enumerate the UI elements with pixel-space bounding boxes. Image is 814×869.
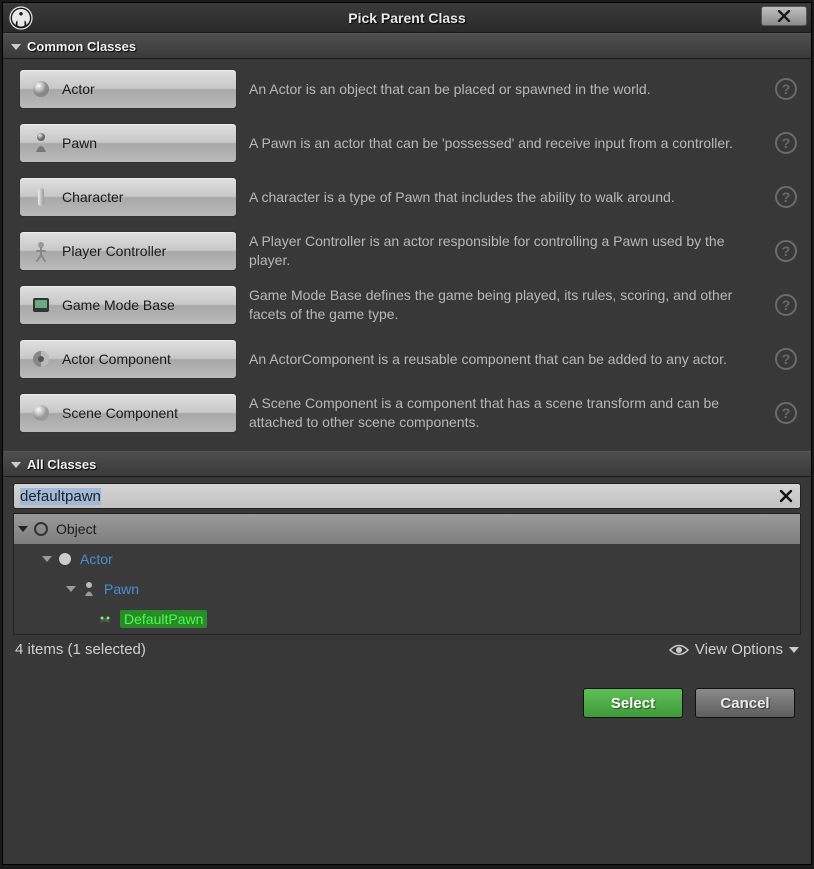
help-icon[interactable]: ?	[775, 402, 797, 424]
caret-down-icon	[18, 526, 28, 532]
view-options-menu[interactable]: View Options	[669, 641, 799, 658]
class-description: A Scene Component is a component that ha…	[249, 394, 763, 432]
class-row-pawn: Pawn A Pawn is an actor that can be 'pos…	[19, 123, 801, 163]
tree-item-pawn[interactable]: Pawn	[14, 574, 800, 604]
class-row-character: Character A character is a type of Pawn …	[19, 177, 801, 217]
tree-item-actor[interactable]: Actor	[14, 544, 800, 574]
class-button-scene-component[interactable]: Scene Component	[19, 393, 237, 433]
class-row-game-mode-base: Game Mode Base Game Mode Base defines th…	[19, 285, 801, 325]
caret-down-icon	[42, 556, 52, 562]
class-button-game-mode-base[interactable]: Game Mode Base	[19, 285, 237, 325]
class-button-player-controller[interactable]: Player Controller	[19, 231, 237, 271]
clear-search-button[interactable]	[775, 485, 797, 507]
tree-item-label: Object	[56, 521, 96, 537]
class-button-actor-component[interactable]: Actor Component	[19, 339, 237, 379]
dropdown-caret-icon	[789, 647, 799, 653]
class-description: A Player Controller is an actor responsi…	[249, 232, 763, 270]
titlebar: Pick Parent Class	[3, 3, 811, 33]
class-row-player-controller: Player Controller A Player Controller is…	[19, 231, 801, 271]
class-button-label: Pawn	[62, 135, 97, 151]
pawn-icon	[30, 132, 52, 154]
tree-item-object[interactable]: Object	[14, 514, 800, 544]
class-button-label: Actor	[62, 81, 95, 97]
pick-parent-class-dialog: Pick Parent Class Common Classes Actor A…	[2, 2, 812, 865]
help-icon[interactable]: ?	[775, 132, 797, 154]
class-description: A Pawn is an actor that can be 'possesse…	[249, 134, 763, 153]
help-icon[interactable]: ?	[775, 348, 797, 370]
class-description: An Actor is an object that can be placed…	[249, 80, 763, 99]
unreal-logo-icon	[7, 4, 35, 32]
help-icon[interactable]: ?	[775, 186, 797, 208]
tree-item-label: DefaultPawn	[120, 610, 207, 628]
class-button-label: Character	[62, 189, 123, 205]
tree-status-text: 4 items (1 selected)	[15, 641, 146, 658]
select-button[interactable]: Select	[583, 688, 683, 718]
view-options-label: View Options	[695, 641, 783, 658]
class-button-actor[interactable]: Actor	[19, 69, 237, 109]
common-classes-panel: Actor An Actor is an object that can be …	[3, 59, 811, 451]
actor-icon	[30, 78, 52, 100]
class-button-label: Scene Component	[62, 405, 178, 421]
class-tree: Object Actor Pawn DefaultPawn	[13, 513, 801, 635]
game-mode-icon	[30, 294, 52, 316]
all-classes-panel: Object Actor Pawn DefaultPawn	[3, 477, 811, 666]
class-button-label: Player Controller	[62, 243, 166, 259]
class-button-pawn[interactable]: Pawn	[19, 123, 237, 163]
section-header-all-classes[interactable]: All Classes	[3, 451, 811, 477]
dialog-footer: Select Cancel	[3, 666, 811, 864]
help-icon[interactable]: ?	[775, 78, 797, 100]
search-wrap	[13, 483, 801, 509]
class-description: An ActorComponent is a reusable componen…	[249, 350, 763, 369]
player-controller-icon	[30, 240, 52, 262]
caret-down-icon	[11, 462, 21, 468]
window-title: Pick Parent Class	[3, 10, 811, 26]
help-icon[interactable]: ?	[775, 294, 797, 316]
class-row-actor: Actor An Actor is an object that can be …	[19, 69, 801, 109]
close-icon	[777, 10, 791, 22]
class-description: A character is a type of Pawn that inclu…	[249, 188, 763, 207]
cancel-button[interactable]: Cancel	[695, 688, 795, 718]
eye-icon	[669, 643, 689, 657]
close-button[interactable]	[761, 6, 807, 26]
caret-down-icon	[66, 586, 76, 592]
pawn-icon	[80, 580, 98, 598]
object-icon	[32, 520, 50, 538]
close-icon	[779, 489, 793, 503]
tree-item-label: Actor	[80, 551, 113, 567]
class-search-input[interactable]	[13, 483, 801, 509]
defaultpawn-icon	[96, 610, 114, 628]
dialog-buttons: Select Cancel	[583, 688, 795, 718]
class-row-scene-component: Scene Component A Scene Component is a c…	[19, 393, 801, 433]
scene-component-icon	[30, 402, 52, 424]
help-icon[interactable]: ?	[775, 240, 797, 262]
class-button-character[interactable]: Character	[19, 177, 237, 217]
class-description: Game Mode Base defines the game being pl…	[249, 286, 763, 324]
tree-item-label: Pawn	[104, 581, 139, 597]
tree-footer: 4 items (1 selected) View Options	[13, 635, 801, 658]
section-header-common-classes[interactable]: Common Classes	[3, 33, 811, 59]
class-row-actor-component: Actor Component An ActorComponent is a r…	[19, 339, 801, 379]
actor-component-icon	[30, 348, 52, 370]
section-label: Common Classes	[27, 39, 136, 54]
class-button-label: Game Mode Base	[62, 297, 175, 313]
caret-down-icon	[11, 44, 21, 50]
button-label: Cancel	[720, 695, 769, 712]
class-button-label: Actor Component	[62, 351, 171, 367]
section-label: All Classes	[27, 457, 96, 472]
character-icon	[30, 186, 52, 208]
tree-item-defaultpawn[interactable]: DefaultPawn	[14, 604, 800, 634]
actor-icon	[56, 550, 74, 568]
button-label: Select	[611, 695, 655, 712]
